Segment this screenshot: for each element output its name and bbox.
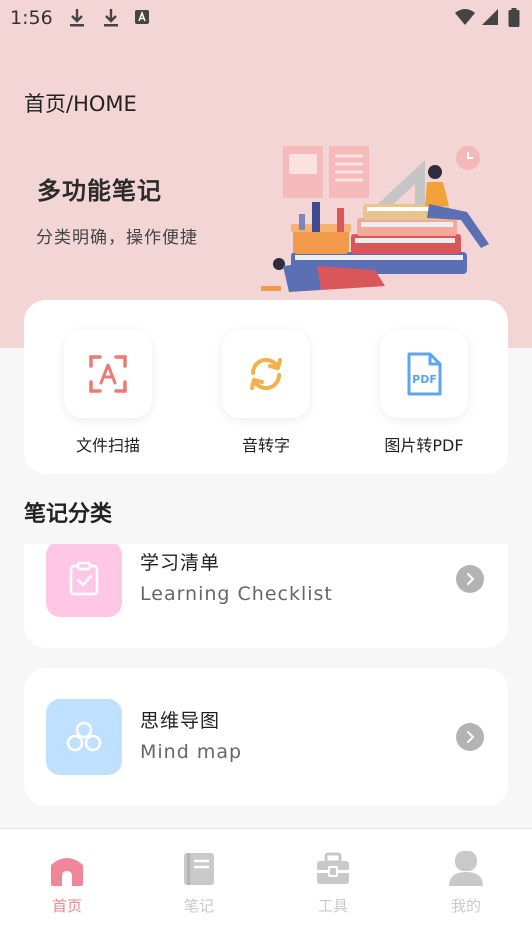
toolbox-icon [317,852,349,884]
hero-subtitle: 分类明确，操作便捷 [36,228,198,248]
tool-audio-to-text[interactable]: 音转字 [216,330,316,456]
user-icon [449,851,483,886]
category-mind-map[interactable]: 思维导图 Mind map [24,668,508,806]
battery-icon [508,8,520,27]
svg-text:PDF: PDF [412,373,437,386]
tool-icon-box [64,330,152,418]
bottom-nav: 首页 笔记 工具 我的 [0,828,532,945]
tool-icon-box: PDF [380,330,468,418]
nav-item-notes[interactable]: 笔记 [159,849,239,916]
category-subtitle: Learning Checklist [140,583,333,605]
status-bar: 1:56 [0,0,532,36]
download-icon [104,9,118,27]
page-title: 首页/HOME [24,92,137,116]
tool-image-to-pdf[interactable]: PDF 图片转PDF [374,330,474,456]
category-icon-box [46,544,122,617]
nav-label: 笔记 [183,897,214,915]
category-learning-checklist[interactable]: 学习清单 Learning Checklist [24,544,508,648]
pdf-icon: PDF [407,352,442,396]
chevron-right-icon[interactable] [456,723,484,751]
nav-label: 首页 [51,897,82,915]
tool-label: 图片转PDF [384,436,464,455]
study-illustration [261,146,489,292]
category-subtitle: Mind map [140,741,243,763]
mind-map-icon [66,721,102,752]
category-name: 学习清单 [140,552,221,574]
category-icon-box [46,699,122,775]
tool-file-scan[interactable]: 文件扫描 [58,330,158,456]
category-name: 思维导图 [140,710,221,732]
tools-card: 文件扫描 音转字 PDF 图片转PDF [24,300,508,474]
text-a-icon [135,10,149,24]
scan-icon [89,355,127,393]
convert-icon [250,357,282,391]
chevron-right-icon[interactable] [456,565,484,593]
signal-icon [482,9,498,25]
checklist-icon [69,561,99,596]
hero-title: 多功能笔记 [37,177,162,205]
tool-icon-box [222,330,310,418]
nav-label: 我的 [450,897,481,915]
home-icon [51,858,83,886]
nav-item-home[interactable]: 首页 [27,849,107,916]
tool-label: 音转字 [241,436,290,455]
nav-item-mine[interactable]: 我的 [426,849,506,916]
category-list[interactable]: 学习清单 Learning Checklist 思维导图 Mind map [0,544,532,828]
section-title: 笔记分类 [24,502,113,527]
status-time: 1:56 [10,7,53,29]
tool-label: 文件扫描 [75,436,140,455]
download-icon [70,9,84,27]
notebook-icon [184,853,214,885]
wifi-icon [455,9,475,25]
nav-item-tools[interactable]: 工具 [293,849,373,916]
nav-label: 工具 [317,897,348,915]
